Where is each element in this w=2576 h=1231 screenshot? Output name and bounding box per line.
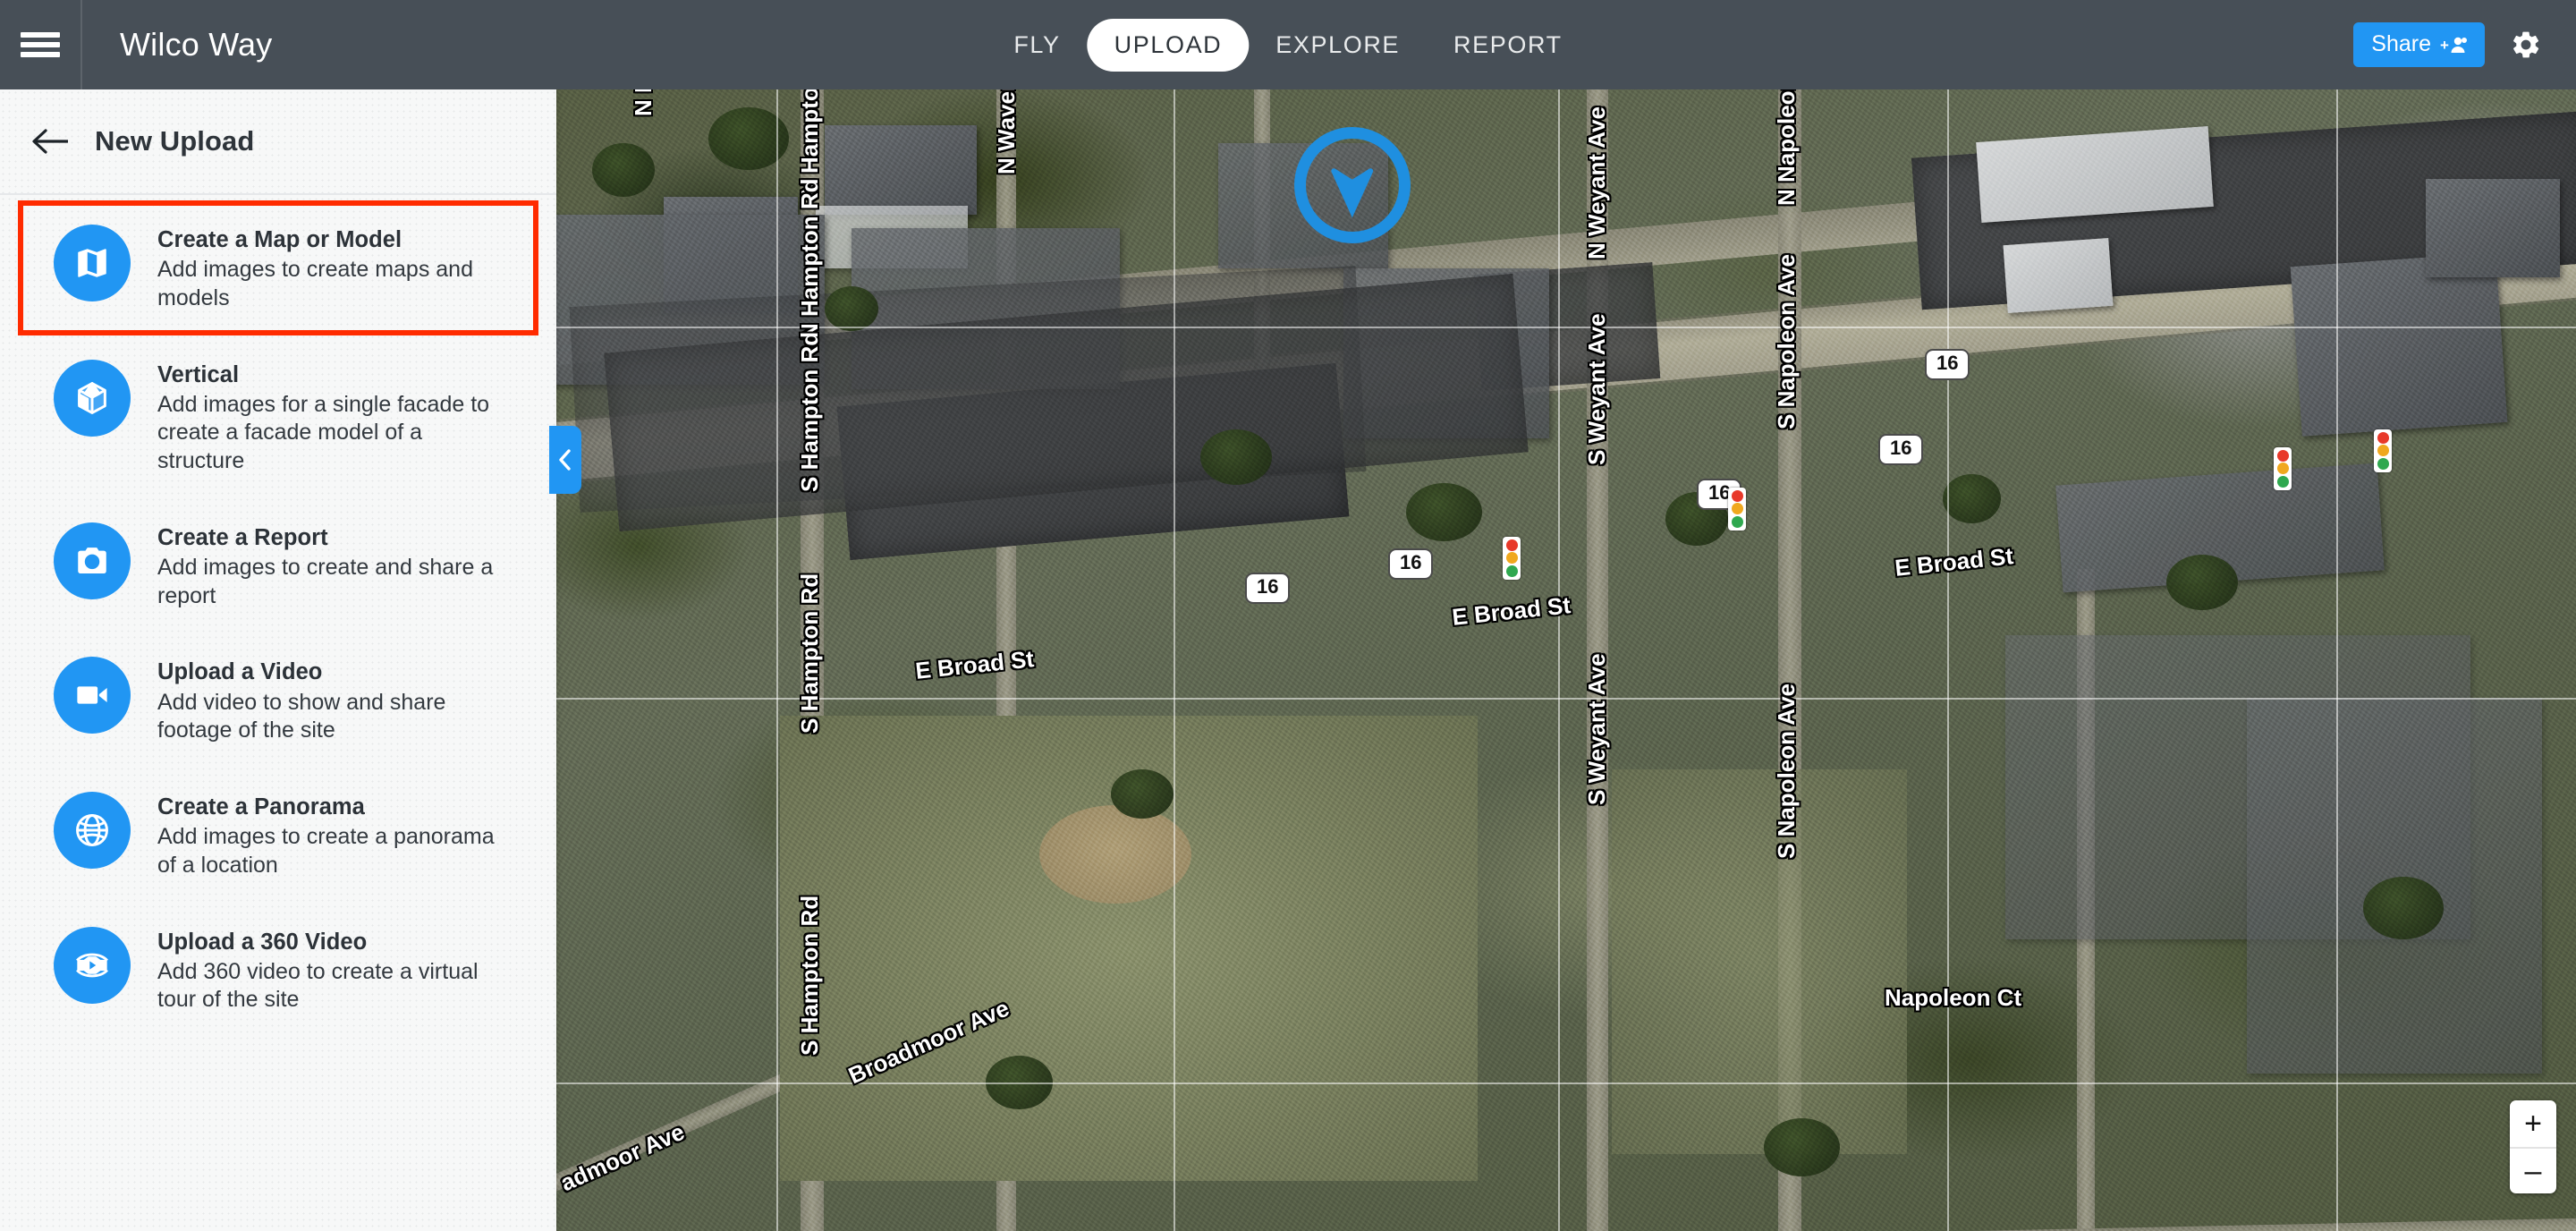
upload-option-title: Upload a Video [157,659,323,685]
map-grid-line [556,1082,2576,1084]
map-grid-line [556,327,2576,328]
upload-type-list: Create a Map or Model Add images to crea… [0,195,556,1037]
upload-option-description: Add images to create maps and models [157,257,473,310]
upload-option-title: Upload a 360 Video [157,929,368,955]
upload-option-vertical[interactable]: Vertical Add images for a single facade … [18,335,538,498]
top-app-bar: Wilco Way FLY UPLOAD EXPLORE REPORT Shar… [0,0,2576,89]
tab-fly[interactable]: FLY [987,19,1087,72]
satellite-imagery [556,89,2576,1231]
page-title: New Upload [95,125,255,157]
zoom-in-button[interactable]: + [2510,1100,2556,1147]
upload-option-description: Add images to create a panorama of a loc… [157,824,495,878]
gear-icon[interactable] [2510,29,2542,61]
hamburger-icon [21,28,60,62]
traffic-signal-icon [1503,537,1521,580]
upload-sidebar: New Upload Create a Map or Model Add ima… [0,89,556,1231]
route-shield: 16 [1245,573,1291,604]
drone-location-marker[interactable] [1294,127,1411,243]
video-camera-icon [54,657,131,734]
chevron-left-icon [556,446,574,473]
upload-option-title: Create a Report [157,524,328,550]
upload-option-upload-360-video[interactable]: Upload a 360 Video Add 360 video to crea… [18,903,538,1038]
zoom-out-button[interactable]: – [2510,1147,2556,1193]
sidebar-collapse-handle[interactable] [549,426,581,494]
upload-option-description: Add images to create and share a report [157,554,494,608]
cube-icon [54,359,131,437]
back-arrow-icon[interactable] [30,127,72,156]
upload-option-title: Create a Map or Model [157,227,402,252]
svg-text:+: + [2440,37,2449,54]
map-grid-line [556,698,2576,700]
camera-icon [54,522,131,599]
upload-option-upload-video[interactable]: Upload a Video Add video to show and sha… [18,632,538,768]
upload-option-title: Create a Panorama [157,794,365,820]
sidebar-header: New Upload [0,89,556,195]
tab-explore[interactable]: EXPLORE [1249,19,1427,72]
map-grid-line [1947,89,1949,1231]
tab-upload[interactable]: UPLOAD [1087,18,1250,72]
drone-location-icon [1319,152,1385,218]
upload-option-create-panorama[interactable]: Create a Panorama Add images to create a… [18,768,538,903]
map-zoom-controls: + – [2510,1100,2556,1193]
top-bar-actions: Share + [2353,0,2542,89]
upload-option-title: Vertical [157,361,240,387]
route-shield: 16 [1925,349,1970,380]
app-title: Wilco Way [120,26,273,63]
map-grid-line [1558,89,1560,1231]
upload-option-create-map-or-model[interactable]: Create a Map or Model Add images to crea… [18,200,538,335]
traffic-signal-icon [2374,429,2392,472]
upload-option-description: Add images for a single facade to create… [157,391,490,474]
map-icon [54,225,131,301]
upload-option-description: Add 360 video to create a virtual tour o… [157,958,479,1013]
share-button-label: Share [2371,31,2431,56]
route-shield: 16 [1388,548,1434,580]
traffic-signal-icon [1728,488,1746,531]
upload-option-create-report[interactable]: Create a Report Add images to create and… [18,498,538,633]
map-grid-line [776,89,778,1231]
tab-report[interactable]: REPORT [1427,19,1589,72]
map-grid-line [1174,89,1175,1231]
traffic-signal-icon [2274,447,2292,490]
route-shield: 16 [1878,434,1924,465]
main-navigation-tabs: FLY UPLOAD EXPLORE REPORT [987,18,1589,72]
upload-option-description: Add video to show and share footage of t… [157,689,446,743]
share-button[interactable]: Share + [2353,22,2485,67]
vr-play-icon [54,926,131,1004]
map-viewport[interactable]: N EveretN Hampton RdN Hampton RdS Hampto… [556,89,2576,1231]
add-people-icon: + [2440,35,2467,55]
map-grid-line [2336,89,2338,1231]
globe-icon [54,792,131,870]
hamburger-menu-button[interactable] [0,0,82,89]
